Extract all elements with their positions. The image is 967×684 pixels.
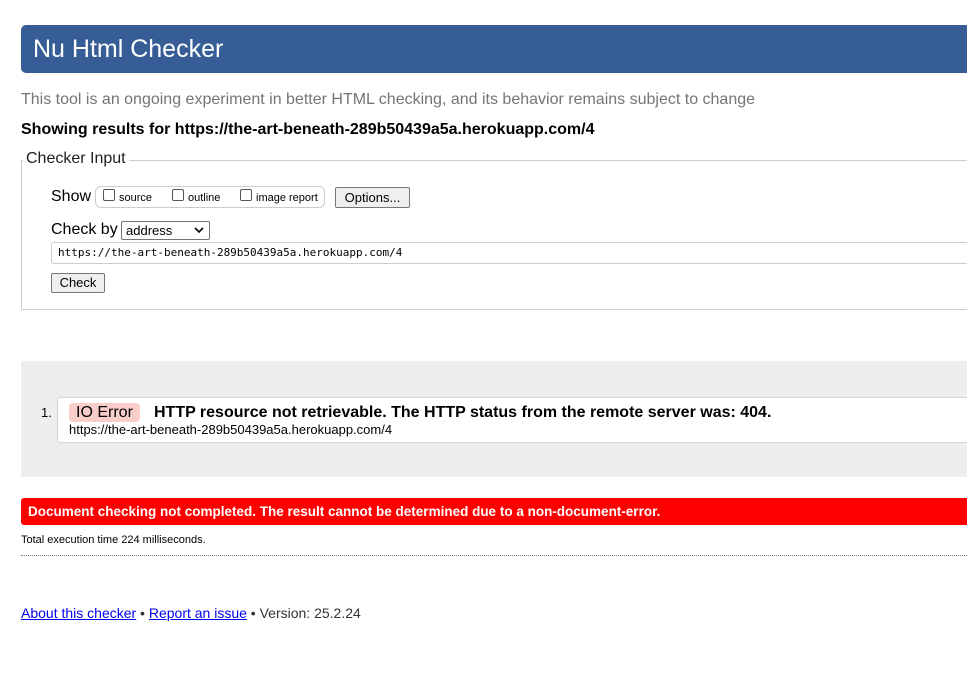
check-by-select[interactable]: address <box>121 221 210 240</box>
showing-results-heading: Showing results for https://the-art-bene… <box>21 121 595 138</box>
image-report-checkbox[interactable] <box>240 189 252 201</box>
source-checkbox[interactable] <box>103 189 115 201</box>
show-label: Show <box>51 188 92 205</box>
url-input[interactable]: https://the-art-beneath-289b50439a5a.her… <box>51 242 967 264</box>
chevron-down-icon <box>194 227 204 234</box>
subtitle: This tool is an ongoing experiment in be… <box>21 91 756 108</box>
io-error-badge: IO Error <box>69 403 140 422</box>
page-title: Nu Html Checker <box>33 35 224 63</box>
error-banner: Document checking not completed. The res… <box>21 498 967 525</box>
checker-input-legend: Checker Input <box>23 150 129 168</box>
page-header: Nu Html Checker <box>21 25 967 73</box>
outline-checkbox-label[interactable]: outline <box>188 191 220 205</box>
check-button[interactable]: Check <box>51 273 105 293</box>
execution-time: Total execution time 224 milliseconds. <box>21 534 206 546</box>
options-button[interactable]: Options... <box>335 187 410 208</box>
outline-checkbox[interactable] <box>172 189 184 201</box>
result-number: 1. <box>41 405 52 420</box>
check-by-label: Check by <box>51 221 118 238</box>
footer: About this checker • Report an issue • V… <box>21 605 361 622</box>
footer-separator: • <box>136 605 149 621</box>
result-url: https://the-art-beneath-289b50439a5a.her… <box>69 422 393 437</box>
report-issue-link[interactable]: Report an issue <box>149 605 247 621</box>
about-checker-link[interactable]: About this checker <box>21 605 136 621</box>
divider <box>21 555 967 556</box>
check-by-selected-value: address <box>126 223 173 238</box>
image-report-checkbox-label[interactable]: image report <box>256 191 318 205</box>
source-checkbox-label[interactable]: source <box>119 191 152 205</box>
version-text: • Version: 25.2.24 <box>246 605 361 621</box>
result-message: HTTP resource not retrievable. The HTTP … <box>154 404 772 421</box>
error-banner-text: Document checking not completed. The res… <box>28 504 661 519</box>
